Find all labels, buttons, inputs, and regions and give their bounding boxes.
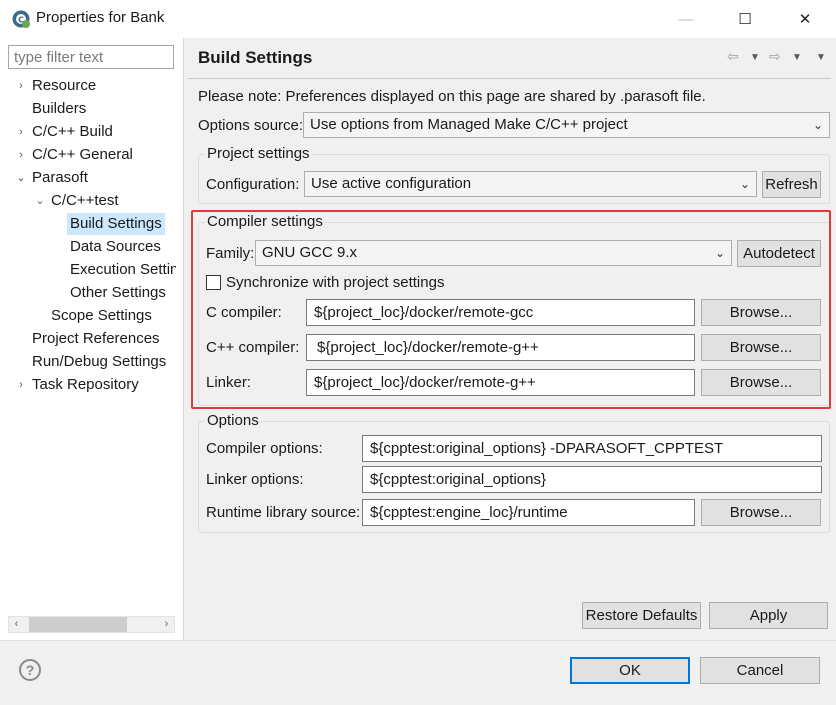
sidebar-item-cpp-general[interactable]: C/C++ General	[32, 144, 133, 166]
ok-button[interactable]: OK	[570, 657, 690, 684]
chevron-down-icon[interactable]: ⌄	[35, 190, 45, 212]
close-button[interactable]: ✕	[782, 0, 828, 38]
scroll-right-icon[interactable]: ›	[158, 616, 175, 633]
runtime-library-label: Runtime library source:	[206, 504, 361, 521]
sidebar-item-build-settings[interactable]: Build Settings	[67, 213, 165, 235]
runtime-browse-button[interactable]: Browse...	[701, 499, 821, 526]
project-settings-title: Project settings	[205, 145, 312, 162]
app-icon: C	[11, 9, 31, 29]
page-title: Build Settings	[198, 48, 313, 67]
help-icon[interactable]: ?	[19, 659, 41, 681]
cancel-button[interactable]: Cancel	[700, 657, 820, 684]
forward-menu-icon[interactable]: ▼	[792, 52, 802, 63]
filter-input[interactable]	[8, 45, 174, 69]
chevron-right-icon[interactable]: ›	[16, 144, 26, 166]
sidebar-item-cpptest[interactable]: C/C++test	[51, 190, 119, 212]
chevron-right-icon[interactable]: ›	[16, 374, 26, 396]
options-source-label: Options source:	[198, 117, 304, 134]
sidebar-item-execution-settings[interactable]: Execution Settin	[70, 259, 176, 281]
chevron-right-icon[interactable]: ›	[16, 121, 26, 143]
window-title: Properties for Bank	[36, 9, 165, 26]
sidebar-item-resource[interactable]: Resource	[32, 75, 96, 97]
options-title: Options	[205, 412, 261, 429]
linker-options-label: Linker options:	[206, 471, 304, 488]
footer-separator	[0, 640, 836, 641]
shared-note: Please note: Preferences displayed on th…	[198, 88, 706, 105]
chevron-down-icon: ⌄	[739, 177, 750, 191]
maximize-button[interactable]: ☐	[722, 0, 768, 38]
sidebar-item-parasoft[interactable]: Parasoft	[32, 167, 88, 189]
sidebar-hscroll-thumb[interactable]	[29, 617, 127, 632]
sidebar-item-builders[interactable]: Builders	[32, 98, 86, 120]
sidebar-item-other-settings[interactable]: Other Settings	[70, 282, 166, 304]
title-separator	[188, 78, 831, 79]
compiler-options-label: Compiler options:	[206, 440, 323, 457]
options-source-select[interactable]: Use options from Managed Make C/C++ proj…	[303, 112, 830, 138]
options-source-value: Use options from Managed Make C/C++ proj…	[310, 116, 628, 133]
configuration-label: Configuration:	[206, 176, 300, 193]
chevron-down-icon: ⌄	[812, 118, 823, 132]
forward-icon[interactable]: ⇨	[769, 48, 781, 65]
apply-button[interactable]: Apply	[709, 602, 828, 629]
configuration-value: Use active configuration	[311, 175, 472, 192]
sidebar-item-cpp-build[interactable]: C/C++ Build	[32, 121, 113, 143]
refresh-button[interactable]: Refresh	[762, 171, 821, 198]
sidebar-item-run-debug-settings[interactable]: Run/Debug Settings	[32, 351, 166, 373]
sidebar-item-data-sources[interactable]: Data Sources	[70, 236, 161, 258]
highlight-box	[191, 210, 831, 409]
sidebar-item-scope-settings[interactable]: Scope Settings	[51, 305, 152, 327]
runtime-library-field[interactable]: ${cpptest:engine_loc}/runtime	[362, 499, 695, 526]
compiler-options-field[interactable]: ${cpptest:original_options} -DPARASOFT_C…	[362, 435, 822, 462]
linker-options-field[interactable]: ${cpptest:original_options}	[362, 466, 822, 493]
minimize-button[interactable]: —	[663, 0, 709, 38]
scroll-left-icon[interactable]: ‹	[8, 616, 25, 633]
chevron-right-icon[interactable]: ›	[16, 75, 26, 97]
back-menu-icon[interactable]: ▼	[750, 52, 760, 63]
back-icon[interactable]: ⇦	[727, 48, 739, 65]
view-menu-icon[interactable]: ▼	[816, 52, 826, 63]
restore-defaults-button[interactable]: Restore Defaults	[582, 602, 701, 629]
sidebar-item-task-repository[interactable]: Task Repository	[32, 374, 139, 396]
chevron-down-icon[interactable]: ⌄	[16, 167, 26, 189]
sidebar-item-project-references[interactable]: Project References	[32, 328, 160, 350]
configuration-select[interactable]: Use active configuration ⌄	[304, 171, 757, 197]
